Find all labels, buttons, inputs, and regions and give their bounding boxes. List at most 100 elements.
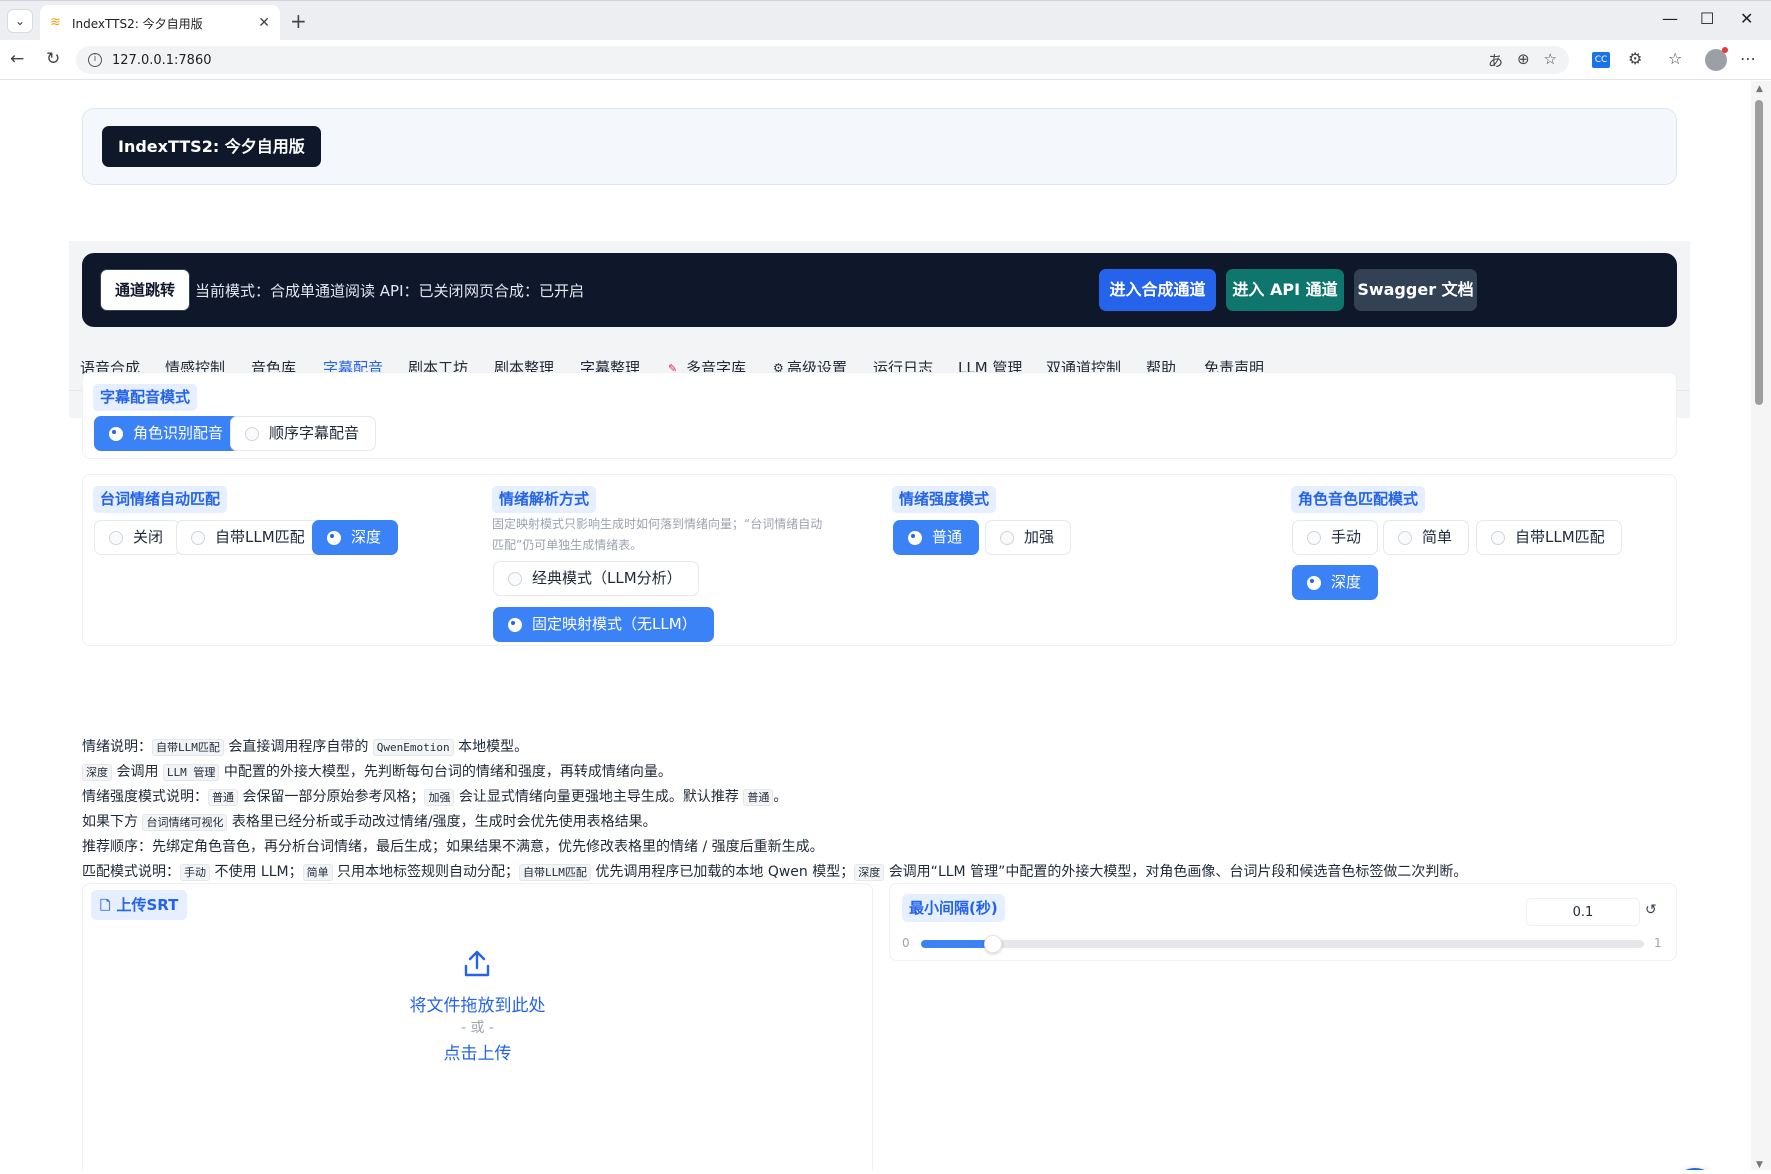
radio-unchecked-icon bbox=[191, 531, 205, 545]
tab-list-dropdown-icon[interactable]: ⌄ bbox=[7, 9, 33, 33]
min-gap-slider[interactable] bbox=[921, 935, 1644, 953]
favorites-list-icon[interactable]: ☆ bbox=[1668, 49, 1682, 68]
auto-match-off-option[interactable]: 关闭 bbox=[94, 520, 181, 555]
read-aloud-icon[interactable]: あ bbox=[1488, 50, 1503, 71]
read-api-status: 阅读 API：已关闭 bbox=[345, 282, 464, 300]
slider-thumb[interactable] bbox=[984, 935, 1003, 953]
voice-match-builtin-option[interactable]: 自带LLM匹配 bbox=[1476, 520, 1622, 555]
radio-unchecked-icon bbox=[109, 531, 123, 545]
browser-tab-strip: ⌄ ≋ IndexTTS2: 今夕自用版 ✕ + — ☐ ✕ bbox=[0, 0, 1771, 41]
maximize-window-icon[interactable]: ☐ bbox=[1700, 9, 1714, 28]
minimize-window-icon[interactable]: — bbox=[1662, 9, 1678, 28]
app-title: IndexTTS2: 今夕自用版 bbox=[102, 126, 321, 167]
scrollbar-thumb[interactable] bbox=[1755, 100, 1763, 405]
upload-icon bbox=[464, 950, 490, 977]
auto-match-label: 台词情绪自动匹配 bbox=[93, 486, 228, 513]
srt-upload-area[interactable]: 🗋 上传SRT 将文件拖放到此处 - 或 - 点击上传 bbox=[82, 883, 873, 1170]
browser-toolbar: ← ↻ i 127.0.0.1:7860 あ ⊕ ☆ CC ⚙ ☆ ⋯ bbox=[0, 40, 1771, 80]
enter-synth-channel-button[interactable]: 进入合成通道 bbox=[1099, 269, 1216, 311]
slider-fill bbox=[921, 940, 994, 948]
parse-mode-hint: 固定映射模式只影响生成时如何落到情绪向量；“台词情绪自动匹配”仍可单独生成情绪表… bbox=[492, 517, 823, 552]
radio-unchecked-icon bbox=[1000, 531, 1014, 545]
dub-mode-role-label: 角色识别配音 bbox=[133, 424, 224, 442]
voice-match-manual-label: 手动 bbox=[1331, 528, 1362, 546]
dub-mode-sequential-option[interactable]: 顺序字幕配音 bbox=[230, 416, 377, 451]
desc-line-1: 情绪说明： 自带LLM匹配 会直接调用程序自带的 QwenEmotion 本地模型… bbox=[82, 739, 529, 756]
scroll-down-arrow-icon[interactable]: ▼ bbox=[1756, 1160, 1763, 1170]
radio-unchecked-icon bbox=[1307, 531, 1321, 545]
new-tab-icon[interactable]: + bbox=[290, 9, 307, 33]
intensity-normal-label: 普通 bbox=[932, 528, 963, 546]
desc-line-4: 如果下方 台词情绪可视化 表格里已经分析或手动改过情绪/强度，生成时会优先使用表… bbox=[82, 814, 657, 831]
min-gap-panel: 最小间隔(秒) 0.1 ↺ 0 1 bbox=[889, 883, 1677, 961]
profile-notification-dot bbox=[1722, 47, 1728, 53]
voice-match-label: 角色音色匹配模式 bbox=[1291, 486, 1426, 513]
swagger-docs-button[interactable]: Swagger 文档 bbox=[1354, 269, 1477, 311]
favorite-star-icon[interactable]: ☆ bbox=[1544, 50, 1557, 71]
auto-match-deep-label: 深度 bbox=[351, 528, 382, 546]
back-icon[interactable]: ← bbox=[10, 49, 24, 69]
zoom-icon[interactable]: ⊕ bbox=[1517, 50, 1530, 71]
min-gap-number-input[interactable]: 0.1 bbox=[1526, 898, 1640, 926]
close-tab-icon[interactable]: ✕ bbox=[258, 15, 270, 31]
upload-srt-label: 🗋 上传SRT bbox=[91, 890, 188, 920]
scroll-to-top-button[interactable]: ↑ bbox=[1671, 1168, 1719, 1170]
click-upload-link[interactable]: 点击上传 bbox=[83, 1039, 872, 1064]
dub-mode-role-option[interactable]: 角色识别配音 bbox=[94, 416, 241, 451]
reload-icon[interactable]: ↻ bbox=[46, 49, 60, 69]
slider-max-label: 1 bbox=[1654, 936, 1662, 950]
extensions-puzzle-icon[interactable]: ⚙ bbox=[1628, 49, 1642, 68]
desc-line-6: 匹配模式说明： 手动 不使用 LLM； 简单 只用本地标签规则自动分配； 自带LLM匹… bbox=[82, 864, 1468, 881]
voice-match-simple-label: 简单 bbox=[1422, 528, 1453, 546]
more-menu-icon[interactable]: ⋯ bbox=[1740, 49, 1756, 68]
app-header: IndexTTS2: 今夕自用版 bbox=[82, 108, 1677, 185]
auto-match-deep-option[interactable]: 深度 bbox=[312, 520, 399, 555]
current-mode-status: 当前模式：合成单通道 bbox=[195, 282, 346, 300]
intensity-mode-label: 情绪强度模式 bbox=[892, 486, 997, 513]
auto-match-builtin-option[interactable]: 自带LLM匹配 bbox=[176, 520, 322, 555]
file-icon: 🗋 bbox=[100, 899, 111, 914]
drop-file-text: 将文件拖放到此处 bbox=[409, 996, 546, 1016]
parse-mode-label: 情绪解析方式 bbox=[492, 486, 597, 513]
desc-line-5: 推荐顺序：先绑定角色音色，再分析台词情绪，最后生成；如果结果不满意，优先修改表格… bbox=[82, 839, 824, 855]
reset-icon[interactable]: ↺ bbox=[1645, 902, 1657, 918]
browser-tab-title: IndexTTS2: 今夕自用版 bbox=[72, 16, 203, 31]
min-gap-label: 最小间隔(秒) bbox=[902, 894, 1005, 922]
upload-or-text: - 或 - bbox=[460, 1020, 494, 1036]
intensity-normal-option[interactable]: 普通 bbox=[893, 520, 980, 555]
extension-cc-icon[interactable]: CC bbox=[1592, 52, 1610, 68]
voice-match-manual-option[interactable]: 手动 bbox=[1292, 520, 1379, 555]
intensity-strong-option[interactable]: 加强 bbox=[985, 520, 1072, 555]
voice-match-deep-option[interactable]: 深度 bbox=[1292, 565, 1379, 600]
desc-line-2: 深度 会调用 LLM 管理 中配置的外接大模型，先判断每句台词的情绪和强度，再转… bbox=[82, 760, 1702, 785]
emotion-description: 情绪说明： 自带LLM匹配 会直接调用程序自带的 QwenEmotion 本地模型… bbox=[82, 735, 1702, 885]
url-text: 127.0.0.1:7860 bbox=[112, 52, 212, 68]
web-synth-status: 网页合成：已开启 bbox=[464, 282, 585, 300]
page-viewport: IndexTTS2: 今夕自用版 通道跳转 当前模式：合成单通道 阅读 API：… bbox=[3, 81, 1751, 1170]
enter-api-channel-button[interactable]: 进入 API 通道 bbox=[1226, 269, 1344, 311]
close-window-icon[interactable]: ✕ bbox=[1740, 9, 1753, 28]
radio-unchecked-icon bbox=[508, 572, 522, 586]
gradio-favicon-icon: ≋ bbox=[50, 15, 61, 30]
radio-checked-icon bbox=[908, 531, 922, 545]
browser-tab[interactable]: ≋ IndexTTS2: 今夕自用版 ✕ bbox=[40, 5, 280, 41]
auto-match-builtin-label: 自带LLM匹配 bbox=[215, 528, 305, 546]
scroll-up-arrow-icon[interactable]: ▲ bbox=[1756, 84, 1763, 94]
parse-mode-classic-label: 经典模式（LLM分析） bbox=[532, 569, 682, 587]
radio-unchecked-icon bbox=[245, 427, 259, 441]
radio-checked-icon bbox=[1307, 576, 1321, 590]
channel-bar: 通道跳转 当前模式：合成单通道 阅读 API：已关闭 网页合成：已开启 进入合成… bbox=[82, 253, 1677, 327]
dub-mode-sequential-label: 顺序字幕配音 bbox=[269, 424, 360, 442]
radio-checked-icon bbox=[508, 618, 522, 632]
emotion-options-panel: 台词情绪自动匹配 关闭 自带LLM匹配 深度 情绪解析方式 固定映射模式只影响生… bbox=[82, 474, 1677, 646]
address-bar[interactable]: i 127.0.0.1:7860 あ ⊕ ☆ bbox=[76, 46, 1569, 74]
voice-match-simple-option[interactable]: 简单 bbox=[1383, 520, 1470, 555]
channel-jump-button[interactable]: 通道跳转 bbox=[100, 269, 191, 311]
desc-line-3: 情绪强度模式说明： 普通 会保留一部分原始参考风格； 加强 会让显式情绪向量更强地主… bbox=[82, 789, 788, 806]
site-info-icon[interactable]: i bbox=[88, 53, 102, 67]
dub-mode-panel: 字幕配音模式 角色识别配音 顺序字幕配音 bbox=[82, 372, 1677, 459]
slider-min-label: 0 bbox=[902, 936, 910, 950]
parse-mode-classic-option[interactable]: 经典模式（LLM分析） bbox=[493, 561, 699, 596]
parse-mode-fixed-option[interactable]: 固定映射模式（无LLM） bbox=[493, 607, 714, 642]
auto-match-off-label: 关闭 bbox=[133, 528, 164, 546]
